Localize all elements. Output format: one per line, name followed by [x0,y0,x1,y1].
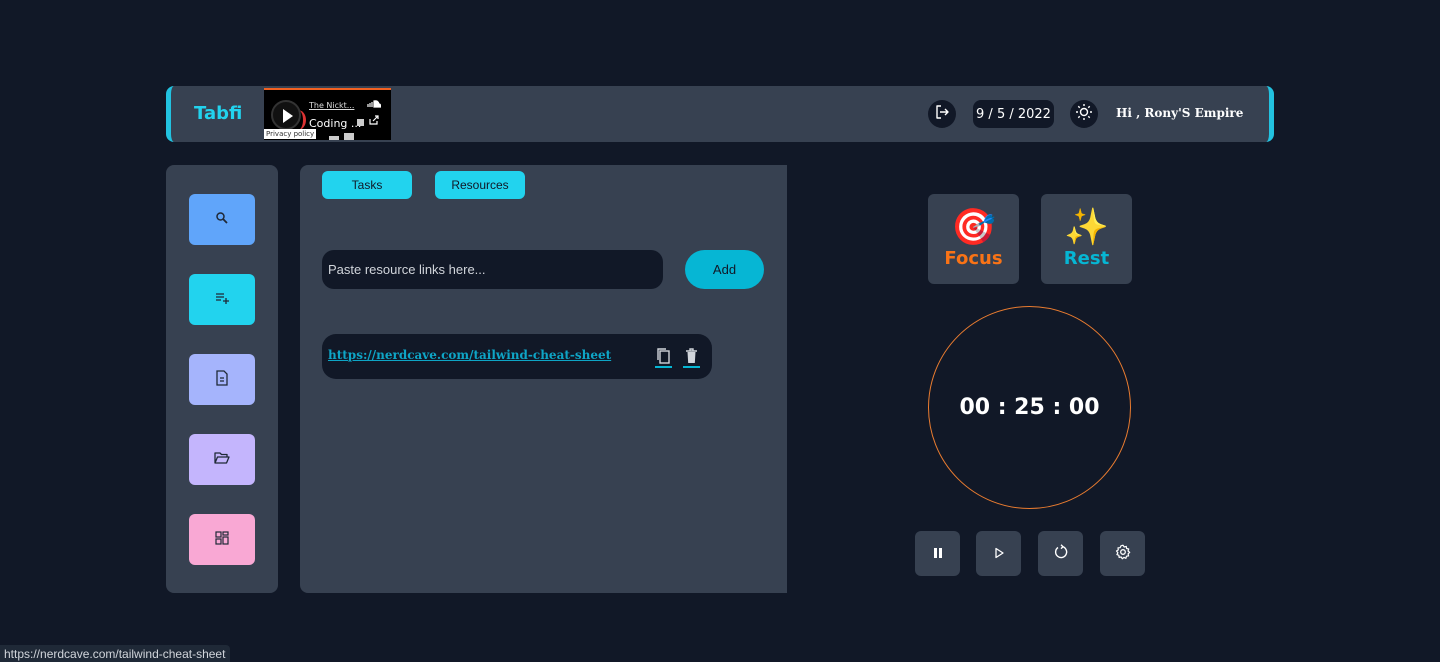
play-icon [993,544,1005,563]
sidebar-item-search[interactable] [189,194,255,245]
resources-panel: Tasks Resources Add https://nerdcave.com… [300,165,787,593]
sun-icon [1075,103,1093,125]
tab-resources[interactable]: Resources [435,171,525,199]
search-icon [215,210,229,229]
rest-mode-button[interactable]: ✨ Rest [1041,194,1132,284]
reset-button[interactable] [1038,531,1083,576]
soundcloud-icon[interactable] [367,100,382,111]
sidebar-item-dashboard[interactable] [189,514,255,565]
pause-button[interactable] [915,531,960,576]
add-resource-button[interactable]: Add [685,250,764,289]
settings-icon [1115,544,1131,564]
brand-title: Tabfi [194,103,243,124]
player-buffer-mark [344,133,354,140]
copy-icon[interactable] [655,347,672,368]
focus-label: Focus [944,248,1003,269]
grid-icon [215,530,229,549]
privacy-policy-link[interactable]: Privacy policy [264,129,317,139]
soundcloud-player[interactable]: The Nickt... Coding ... Privacy policy [264,88,391,140]
logout-button[interactable] [928,100,956,128]
player-buffer-mark [357,119,364,126]
user-greeting: Hi , Rony'S Empire [1116,106,1244,120]
resource-link-input[interactable] [322,250,663,289]
theme-toggle-button[interactable] [1070,100,1098,128]
target-icon: 🎯 [951,207,996,248]
list-item: https://nerdcave.com/tailwind-cheat-shee… [322,334,712,379]
folder-open-icon [214,450,230,469]
playlist-add-icon [214,290,230,309]
player-artist-link[interactable]: The Nickt... [309,101,354,110]
sidebar-item-resources[interactable] [189,434,255,485]
sidebar-item-notes[interactable] [189,354,255,405]
document-icon [215,369,229,390]
rest-label: Rest [1063,248,1110,269]
tab-tasks[interactable]: Tasks [322,171,412,199]
share-icon[interactable] [369,115,379,128]
player-accent [264,88,391,90]
sparkles-icon: ✨ [1064,207,1109,248]
player-play-button[interactable] [271,100,301,130]
date-display: 9 / 5 / 2022 [973,100,1054,128]
resource-link[interactable]: https://nerdcave.com/tailwind-cheat-shee… [328,348,611,362]
play-button[interactable] [976,531,1021,576]
reset-icon [1053,543,1069,564]
pause-icon [932,544,944,563]
player-track-title[interactable]: Coding ... [309,117,361,130]
timer-display: 00 : 25 : 00 [928,306,1131,509]
sidebar-item-add-task[interactable] [189,274,255,325]
link-status-bar: https://nerdcave.com/tailwind-cheat-shee… [0,645,231,662]
sidebar [166,165,278,593]
header-bar: Tabfi The Nickt... Coding ... Privacy po… [166,86,1274,142]
settings-button[interactable] [1100,531,1145,576]
focus-mode-button[interactable]: 🎯 Focus [928,194,1019,284]
logout-icon [934,104,950,124]
player-buffer-mark [329,136,339,140]
trash-icon[interactable] [683,347,700,368]
